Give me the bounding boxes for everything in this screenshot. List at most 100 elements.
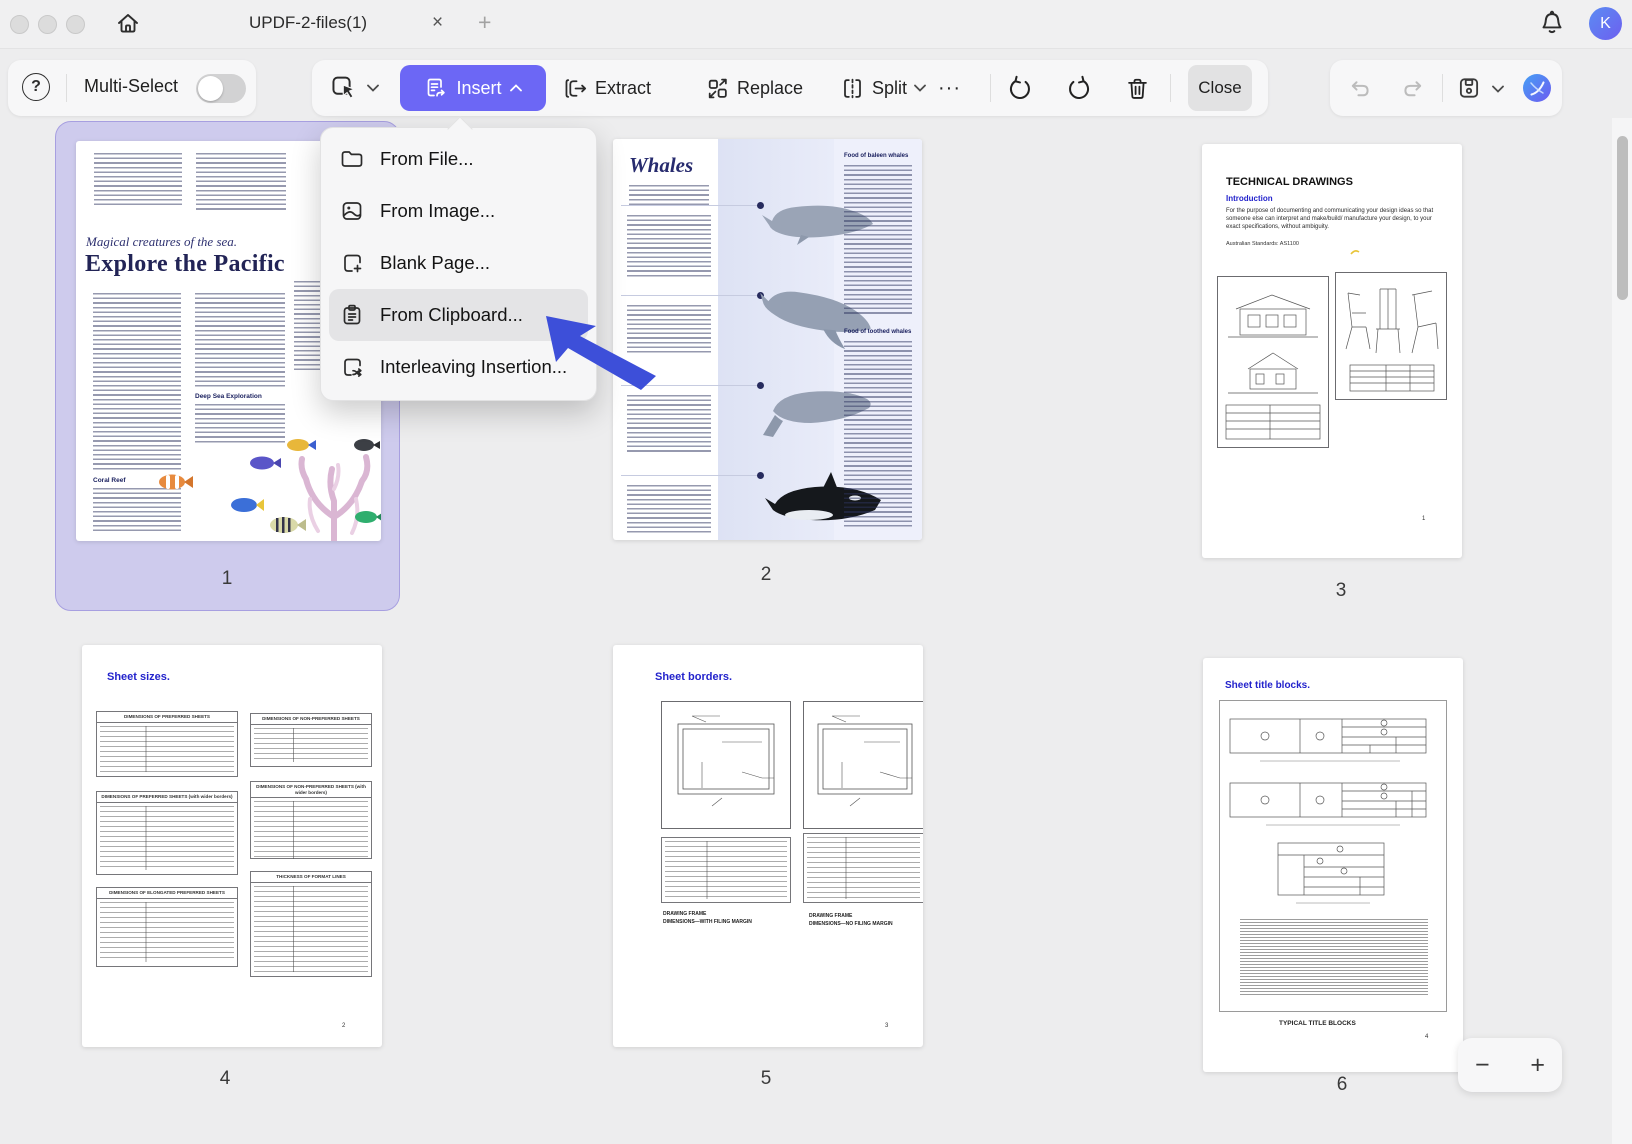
delete-page-button[interactable] <box>1124 75 1151 102</box>
window-close-button[interactable] <box>10 15 29 34</box>
page6-title: Sheet title blocks. <box>1225 680 1310 691</box>
new-tab-icon[interactable]: + <box>478 9 491 36</box>
document-tab[interactable]: UPDF-2-files(1) <box>249 13 367 33</box>
help-button[interactable]: ? <box>22 73 50 101</box>
zoom-out-button[interactable]: − <box>1475 1051 1490 1080</box>
cursor-select-icon <box>330 74 360 102</box>
extract-icon <box>562 76 588 101</box>
timeline-separator <box>621 205 759 206</box>
border-diagram-filing-margin <box>661 701 791 829</box>
tab-close-icon[interactable]: × <box>432 12 443 34</box>
ellipsis-icon: ··· <box>938 77 961 100</box>
interleave-icon <box>339 354 365 380</box>
insert-label: Insert <box>456 78 501 99</box>
window-zoom-button[interactable] <box>66 15 85 34</box>
toolbar-divider <box>1442 74 1443 102</box>
page-number-label: 1 <box>207 568 247 590</box>
chevron-down-icon[interactable] <box>1492 85 1504 93</box>
select-tool-button[interactable] <box>330 60 379 116</box>
page3-inner-page-number: 1 <box>1422 516 1425 522</box>
page1-heading-coral-reef: Coral Reef <box>93 477 126 484</box>
page1-kicker: Magical creatures of the sea. <box>86 234 237 250</box>
split-icon <box>840 76 865 101</box>
table-non-preferred-wider-borders: DIMENSIONS OF NON-PREFERRED SHEETS (with… <box>250 781 372 859</box>
text-lines <box>627 485 711 535</box>
page3-subtitle: Introduction <box>1226 194 1273 203</box>
more-options-button[interactable]: ··· <box>938 60 961 116</box>
page4-title: Sheet sizes. <box>107 671 170 683</box>
toolbar-right-group <box>1330 60 1562 116</box>
page-thumbnail-5[interactable]: Sheet borders. DRAWING FRAME DIMENSIONS—… <box>613 645 923 1047</box>
insert-page-icon <box>424 76 448 100</box>
page1-heading-deep-sea: Deep Sea Exploration <box>195 393 262 400</box>
folder-icon <box>339 146 365 172</box>
border-diagram-no-filing-margin <box>803 701 923 829</box>
table-elongated-sheets: DIMENSIONS OF ELONGATED PREFERRED SHEETS <box>96 887 238 967</box>
page5-caption-1: DRAWING FRAME DIMENSIONS—WITH FILING MAR… <box>663 911 752 926</box>
page-number-label: 3 <box>1321 580 1361 602</box>
text-lines <box>196 153 286 211</box>
text-lines <box>93 293 181 471</box>
page3-title: TECHNICAL DRAWINGS <box>1226 176 1353 188</box>
page6-footer-caption: TYPICAL TITLE BLOCKS <box>1279 1020 1356 1027</box>
page5-title: Sheet borders. <box>655 671 732 683</box>
text-lines <box>629 185 709 207</box>
ai-assistant-button[interactable] <box>1522 73 1552 103</box>
redo-button[interactable] <box>1400 76 1425 101</box>
save-button[interactable] <box>1456 75 1482 101</box>
multi-select-toggle[interactable] <box>196 74 246 103</box>
menu-item-from-file[interactable]: From File... <box>329 133 588 185</box>
annotation-mark <box>1350 248 1360 256</box>
page2-title: Whales <box>629 153 693 178</box>
notification-bell-icon[interactable] <box>1538 9 1566 37</box>
extract-button[interactable]: Extract <box>562 60 651 116</box>
page2-heading-toothed: Food of toothed whales <box>844 329 916 335</box>
close-organize-button[interactable]: Close <box>1188 65 1252 111</box>
page2-heading-baleen: Food of baleen whales <box>844 153 916 159</box>
page-thumbnail-3[interactable]: TECHNICAL DRAWINGS Introduction For the … <box>1202 144 1462 558</box>
page-thumbnail-6[interactable]: Sheet title blocks. <box>1203 658 1463 1072</box>
menu-item-label: From Image... <box>380 200 495 222</box>
pointer-arrow-annotation <box>544 314 662 390</box>
toolbar-center-group: Insert Extract <box>312 60 1268 116</box>
undo-button[interactable] <box>1348 76 1373 101</box>
user-avatar[interactable]: K <box>1589 7 1622 40</box>
replace-label: Replace <box>737 78 803 99</box>
zoom-in-button[interactable]: + <box>1530 1051 1545 1080</box>
timeline-separator <box>621 295 759 296</box>
insert-button[interactable]: Insert <box>400 65 546 111</box>
blank-page-icon <box>339 250 365 276</box>
border-table-no-filing-margin <box>803 833 923 903</box>
replace-button[interactable]: Replace <box>704 60 803 116</box>
menu-item-blank-page[interactable]: Blank Page... <box>329 237 588 289</box>
menu-item-label: From File... <box>380 148 474 170</box>
page5-inner-page-number: 3 <box>885 1023 888 1029</box>
table-preferred-sheets: DIMENSIONS OF PREFERRED SHEETS <box>96 711 238 777</box>
page-thumbnail-4[interactable]: Sheet sizes. DIMENSIONS OF PREFERRED SHE… <box>82 645 382 1047</box>
text-lines <box>627 215 711 279</box>
zoom-controls: − + <box>1458 1038 1562 1092</box>
chevron-up-icon <box>510 84 522 92</box>
split-button[interactable]: Split <box>840 60 926 116</box>
replace-icon <box>704 76 730 101</box>
page1-title: Explore the Pacific <box>85 251 285 278</box>
border-table-filing-margin <box>661 837 791 903</box>
rotate-left-button[interactable] <box>1006 75 1033 102</box>
home-icon[interactable] <box>114 10 142 38</box>
title-bar: UPDF-2-files(1) × + K <box>0 0 1632 49</box>
text-lines <box>844 341 912 527</box>
split-label: Split <box>872 78 907 99</box>
chair-drawing <box>1335 272 1447 400</box>
page5-caption-2: DRAWING FRAME DIMENSIONS—NO FILING MARGI… <box>809 913 893 928</box>
scrollbar-thumb[interactable] <box>1617 136 1628 300</box>
legend-text-lines <box>1240 919 1428 995</box>
menu-item-label: Blank Page... <box>380 252 490 274</box>
menu-item-label: From Clipboard... <box>380 304 523 326</box>
chevron-down-icon <box>367 84 379 92</box>
rotate-right-button[interactable] <box>1066 75 1093 102</box>
menu-item-from-image[interactable]: From Image... <box>329 185 588 237</box>
window-minimize-button[interactable] <box>38 15 57 34</box>
timeline-separator <box>621 475 759 476</box>
page-number-label: 2 <box>746 564 786 586</box>
toolbar-divider <box>990 74 991 102</box>
